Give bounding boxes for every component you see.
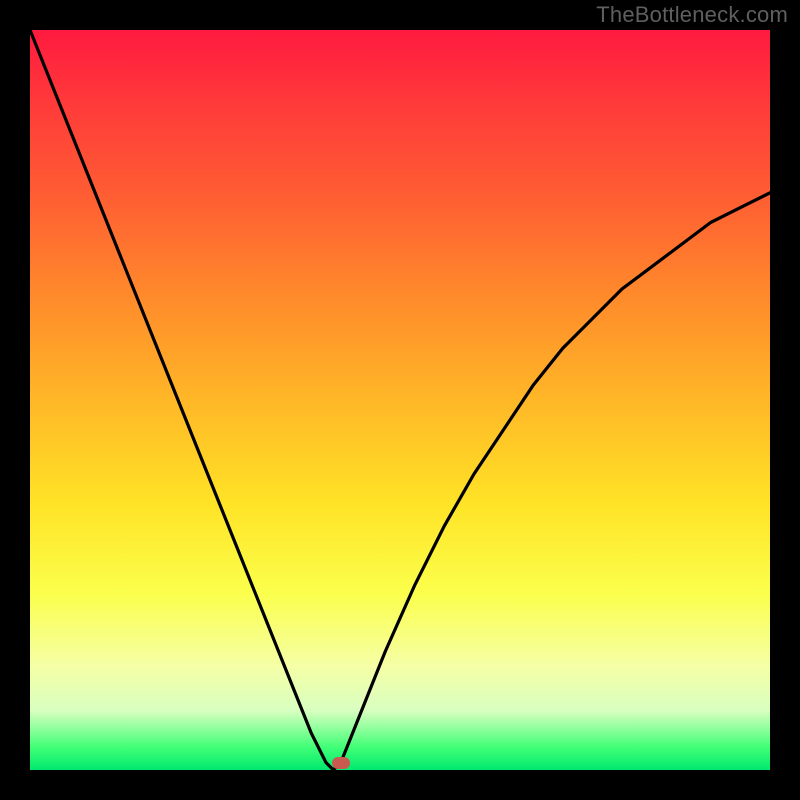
chart-frame: TheBottleneck.com: [0, 0, 800, 800]
plot-area: [30, 30, 770, 770]
bottleneck-curve: [30, 30, 770, 770]
optimum-marker: [332, 757, 350, 769]
watermark-text: TheBottleneck.com: [596, 2, 788, 28]
curve-svg: [30, 30, 770, 770]
